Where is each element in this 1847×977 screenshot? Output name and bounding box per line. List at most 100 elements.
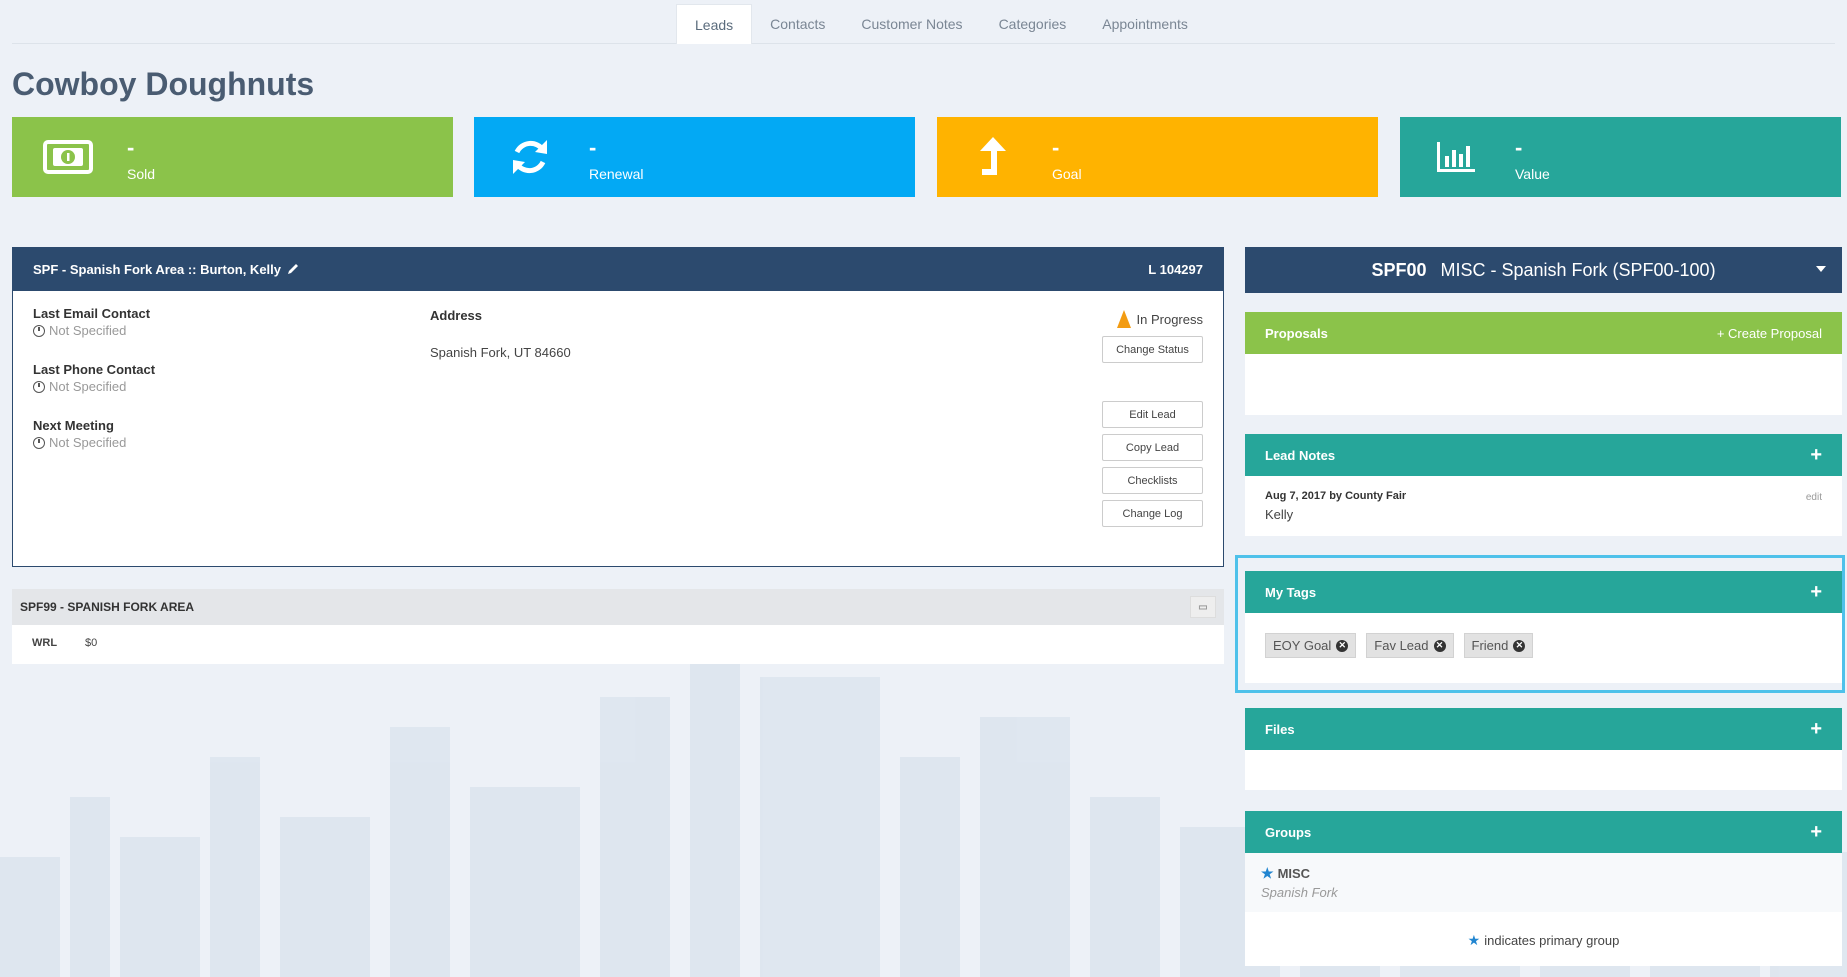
branch-code: SPF00 — [1371, 259, 1427, 280]
lead-id: L 104297 — [1148, 262, 1203, 277]
address-value: Spanish Fork, UT 84660 — [430, 345, 571, 360]
my-tags-panel: My Tags + EOY Goal ✕ Fav Lead ✕ Friend ✕ — [1245, 571, 1842, 683]
copy-lead-button[interactable]: Copy Lead — [1102, 434, 1203, 461]
page-title: Cowboy Doughnuts — [12, 66, 315, 102]
remove-tag-icon[interactable]: ✕ — [1433, 639, 1446, 652]
tag-chip: Friend ✕ — [1463, 633, 1534, 658]
group-item[interactable]: ★ MISC Spanish Fork — [1245, 853, 1842, 912]
files-panel: Files + — [1245, 708, 1842, 790]
my-tags-header: My Tags + — [1245, 571, 1842, 613]
area-header: SPF99 - SPANISH FORK AREA ▭ — [12, 589, 1224, 625]
remove-tag-icon[interactable]: ✕ — [1513, 639, 1526, 652]
remove-tag-icon[interactable]: ✕ — [1336, 639, 1349, 652]
bar-chart-icon — [1430, 135, 1482, 179]
change-log-button[interactable]: Change Log — [1102, 500, 1203, 527]
last-email-label: Last Email Contact — [33, 306, 151, 321]
stat-renewal-label: Renewal — [589, 166, 644, 182]
tab-leads[interactable]: Leads — [676, 4, 753, 44]
lead-header: SPF - Spanish Fork Area :: Burton, Kelly… — [13, 248, 1223, 291]
add-note-plus-icon[interactable]: + — [1810, 444, 1822, 467]
money-icon — [42, 135, 94, 179]
files-header: Files + — [1245, 708, 1842, 750]
lead-title: SPF - Spanish Fork Area :: Burton, Kelly — [33, 262, 281, 277]
add-tag-plus-icon[interactable]: + — [1810, 581, 1822, 604]
star-icon: ★ — [1261, 865, 1274, 881]
caret-down-icon[interactable] — [1816, 266, 1826, 272]
last-phone-field: Last Phone Contact Not Specified — [33, 362, 155, 394]
files-title: Files — [1265, 721, 1295, 737]
tab-categories[interactable]: Categories — [981, 4, 1085, 44]
stat-card-sold: - Sold — [12, 117, 453, 197]
collapse-icon[interactable]: ▭ — [1190, 596, 1216, 618]
area-row: WRL $0 — [12, 625, 1224, 661]
groups-header: Groups + — [1245, 811, 1842, 853]
lead-panel: SPF - Spanish Fork Area :: Burton, Kelly… — [12, 247, 1224, 567]
area-panel: SPF99 - SPANISH FORK AREA ▭ WRL $0 — [12, 589, 1224, 664]
note-meta: Aug 7, 2017 by County Fair — [1265, 490, 1407, 502]
my-tags-title: My Tags — [1265, 584, 1317, 600]
add-group-plus-icon[interactable]: + — [1810, 821, 1822, 844]
stat-card-goal: - Goal — [937, 117, 1378, 197]
refresh-icon — [504, 135, 556, 179]
address-label: Address — [430, 308, 483, 323]
stat-goal-value: - — [1052, 135, 1060, 160]
create-proposal-label: Create Proposal — [1728, 325, 1822, 341]
stat-card-value: - Value — [1400, 117, 1841, 197]
branch-selector[interactable]: SPF00 MISC - Spanish Fork (SPF00-100) — [1245, 247, 1842, 293]
last-email-field: Last Email Contact Not Specified — [33, 306, 150, 338]
address-block: Address Spanish Fork, UT 84660 — [430, 308, 571, 360]
pencil-icon[interactable] — [287, 262, 300, 278]
area-row-value: $0 — [85, 637, 98, 649]
group-sub: Spanish Fork — [1261, 885, 1338, 900]
note-item: Aug 7, 2017 by County Fair Kelly edit — [1245, 476, 1842, 536]
tag-label: Fav Lead — [1374, 638, 1429, 653]
group-name: MISC — [1277, 866, 1311, 881]
tab-customer-notes[interactable]: Customer Notes — [843, 4, 980, 44]
stat-sold-label: Sold — [127, 166, 156, 182]
status-text: In Progress — [1136, 311, 1203, 327]
area-title: SPF99 - SPANISH FORK AREA — [20, 600, 195, 614]
proposals-title: Proposals — [1265, 325, 1328, 341]
groups-legend: ★ indicates primary group — [1245, 912, 1842, 969]
area-row-label: WRL — [32, 637, 58, 649]
create-proposal-button[interactable]: + Create Proposal — [1717, 326, 1822, 341]
legend-text: indicates primary group — [1484, 933, 1620, 948]
stat-value-label: Value — [1515, 166, 1550, 182]
top-tabs-bar: Leads Contacts Customer Notes Categories… — [12, 0, 1835, 44]
stat-renewal-value: - — [589, 135, 597, 160]
next-meeting-label: Next Meeting — [33, 418, 114, 433]
lead-header-title-group: SPF - Spanish Fork Area :: Burton, Kelly — [33, 262, 300, 278]
groups-panel: Groups + ★ MISC Spanish Fork ★ indicates … — [1245, 811, 1842, 966]
lead-status: In Progress — [1116, 310, 1203, 328]
last-phone-label: Last Phone Contact — [33, 362, 156, 377]
add-file-plus-icon[interactable]: + — [1810, 718, 1822, 741]
plus-icon: + — [1716, 325, 1725, 341]
star-icon: ★ — [1467, 932, 1481, 948]
last-email-value: Not Specified — [49, 323, 127, 338]
tab-contacts[interactable]: Contacts — [752, 4, 843, 44]
edit-lead-button[interactable]: Edit Lead — [1102, 401, 1203, 428]
tags-list: EOY Goal ✕ Fav Lead ✕ Friend ✕ — [1245, 613, 1842, 678]
lead-notes-panel: Lead Notes + Aug 7, 2017 by County Fair … — [1245, 434, 1842, 536]
branch-name: MISC - Spanish Fork (SPF00-100) — [1440, 259, 1716, 280]
stat-goal-label: Goal — [1052, 166, 1082, 182]
change-status-button[interactable]: Change Status — [1102, 336, 1203, 363]
tag-chip: EOY Goal ✕ — [1265, 633, 1357, 658]
last-phone-value: Not Specified — [49, 379, 127, 394]
checklists-button[interactable]: Checklists — [1102, 467, 1203, 494]
tag-label: EOY Goal — [1273, 638, 1332, 653]
traffic-cone-icon — [1116, 310, 1131, 328]
proposals-panel: Proposals + Create Proposal — [1245, 312, 1842, 415]
note-edit-link[interactable]: edit — [1806, 492, 1822, 503]
groups-title: Groups — [1265, 824, 1312, 840]
tag-chip: Fav Lead ✕ — [1366, 633, 1454, 658]
lead-notes-title: Lead Notes — [1265, 447, 1336, 463]
stat-value-value: - — [1515, 135, 1523, 160]
stat-sold-value: - — [127, 135, 135, 160]
clock-icon — [33, 436, 45, 449]
stat-card-renewal: - Renewal — [474, 117, 915, 197]
arrow-up-icon — [967, 135, 1019, 179]
tab-appointments[interactable]: Appointments — [1084, 4, 1206, 44]
note-text: Kelly — [1265, 507, 1294, 522]
proposals-header: Proposals + Create Proposal — [1245, 312, 1842, 354]
